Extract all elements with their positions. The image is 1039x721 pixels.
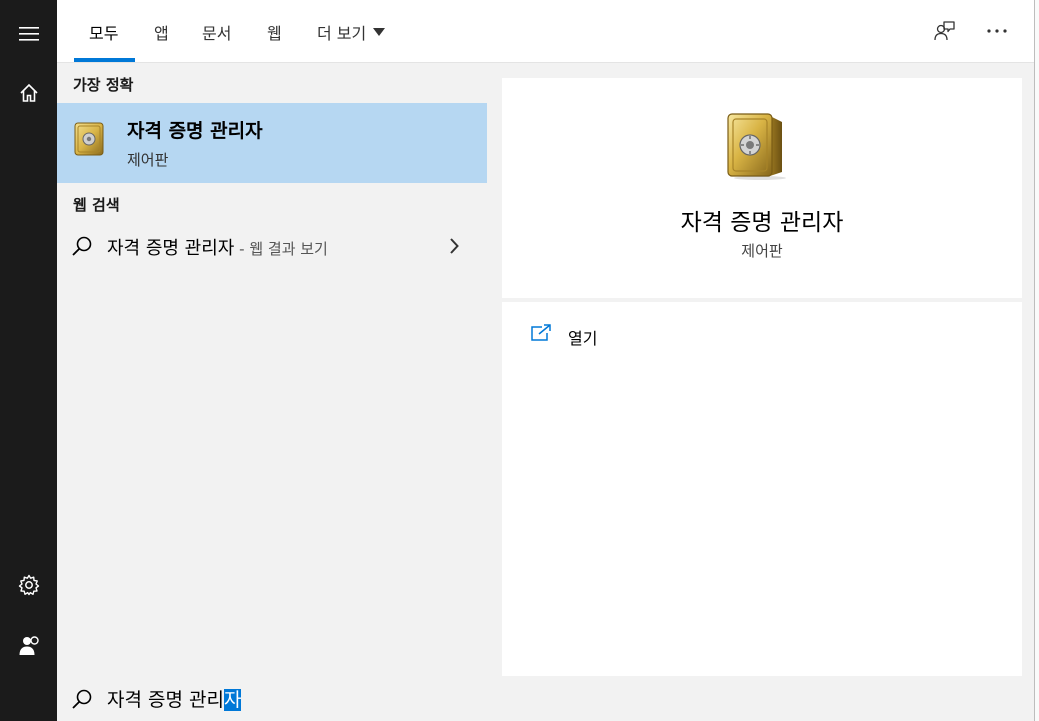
search-box[interactable]: 자격 증명 관리자: [57, 676, 1034, 721]
detail-actions: 열기: [502, 302, 1022, 676]
safe-icon: [73, 119, 107, 163]
detail-app-category: 제어판: [741, 242, 783, 260]
menu-button[interactable]: [0, 10, 57, 58]
open-action[interactable]: 열기: [502, 316, 1022, 356]
feedback-button[interactable]: [927, 14, 961, 48]
more-icon: [987, 29, 1007, 33]
best-match-item[interactable]: 자격 증명 관리자 제어판: [57, 103, 487, 183]
settings-button[interactable]: [0, 561, 57, 609]
search-input[interactable]: 자격 증명 관리자: [107, 685, 242, 712]
open-icon: [530, 324, 552, 346]
safe-icon: [724, 108, 792, 184]
search-icon: [71, 235, 93, 261]
menu-icon: [18, 27, 39, 41]
tab-bar: 모두 앱 문서 웹 더 보기: [57, 0, 1034, 63]
left-rail: [0, 0, 57, 721]
tab-apps[interactable]: 앱: [154, 0, 169, 63]
more-options-button[interactable]: [980, 14, 1014, 48]
user-button[interactable]: [0, 622, 57, 670]
settings-icon: [18, 574, 39, 596]
tab-all[interactable]: 모두: [89, 0, 118, 63]
tab-web[interactable]: 웹: [267, 0, 282, 63]
best-match-subtitle: 제어판: [127, 151, 169, 169]
tab-label: 더 보기: [317, 23, 367, 43]
tab-label: 웹: [267, 23, 282, 43]
open-action-label: 열기: [568, 329, 598, 348]
tab-label: 모두: [89, 23, 119, 43]
detail-card: 자격 증명 관리자 제어판: [502, 78, 1022, 298]
search-query-selection: 자: [223, 689, 242, 711]
web-result-suffix: - 웹 결과 보기: [234, 240, 328, 258]
tab-more[interactable]: 더 보기: [317, 0, 386, 63]
best-match-header: 가장 정확: [73, 76, 134, 94]
feedback-icon: [934, 21, 955, 41]
home-icon: [19, 83, 38, 102]
chevron-right-icon: [449, 238, 459, 258]
active-tab-indicator: [74, 58, 135, 62]
user-icon: [19, 636, 39, 655]
results-pane: 가장 정확 자격 증명 관리자 제어판 웹 검색 자격 증명 관리자 - 웹 결…: [57, 63, 487, 676]
best-match-title: 자격 증명 관리자: [127, 120, 263, 142]
tab-label: 앱: [154, 23, 169, 43]
caret-down-icon: [373, 27, 386, 36]
tab-label: 문서: [202, 23, 232, 43]
web-result-query: 자격 증명 관리자: [107, 238, 235, 259]
search-query-text: 자격 증명 관리: [107, 689, 224, 711]
window-edge: [1034, 0, 1039, 721]
web-search-header: 웹 검색: [73, 196, 120, 214]
search-icon: [71, 688, 93, 714]
web-result-item[interactable]: 자격 증명 관리자 - 웹 결과 보기: [57, 226, 487, 266]
detail-app-name: 자격 증명 관리자: [680, 210, 844, 236]
tab-documents[interactable]: 문서: [202, 0, 231, 63]
home-button[interactable]: [0, 69, 57, 117]
